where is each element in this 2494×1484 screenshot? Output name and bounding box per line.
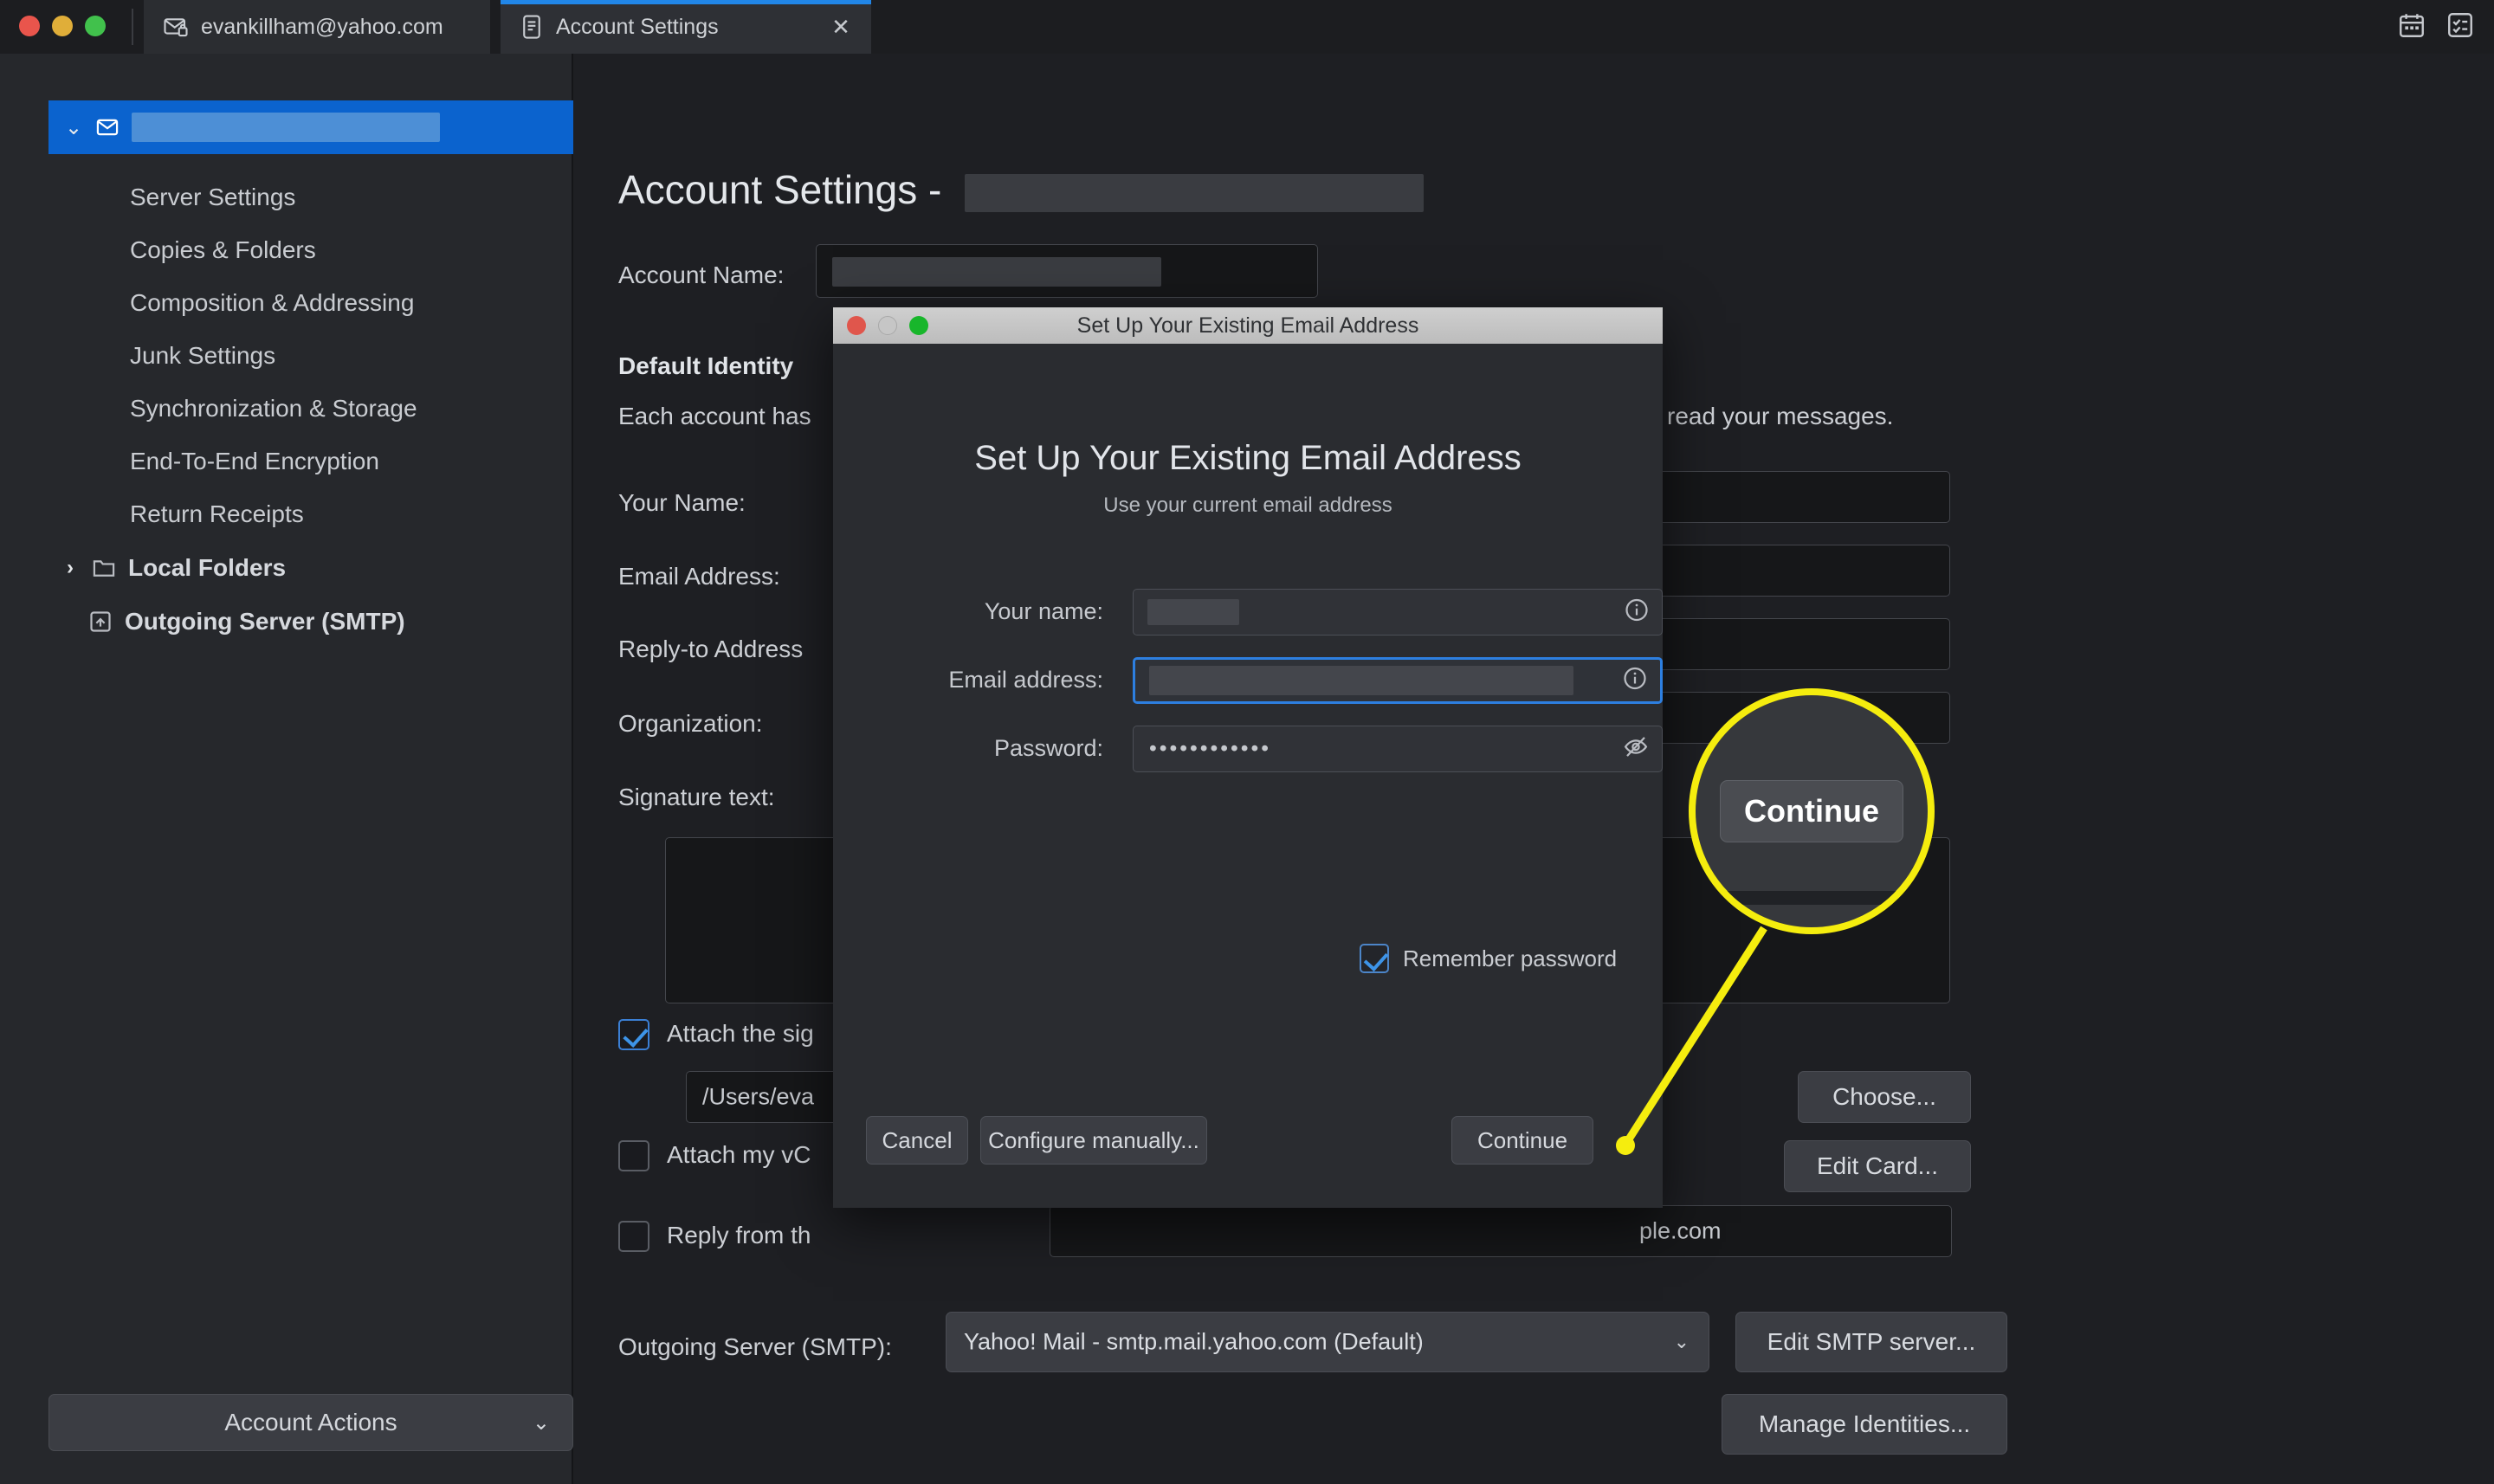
- callout-magnifier: Continue: [1689, 688, 1935, 934]
- callout-background-strip: [1696, 891, 1928, 905]
- callout-leader-line: [1622, 926, 1767, 1147]
- callout-continue-button: Continue: [1720, 780, 1903, 842]
- callout-target-dot: [1616, 1136, 1635, 1155]
- app-window: evankillham@yahoo.com Account Settings ✕: [0, 0, 2494, 1484]
